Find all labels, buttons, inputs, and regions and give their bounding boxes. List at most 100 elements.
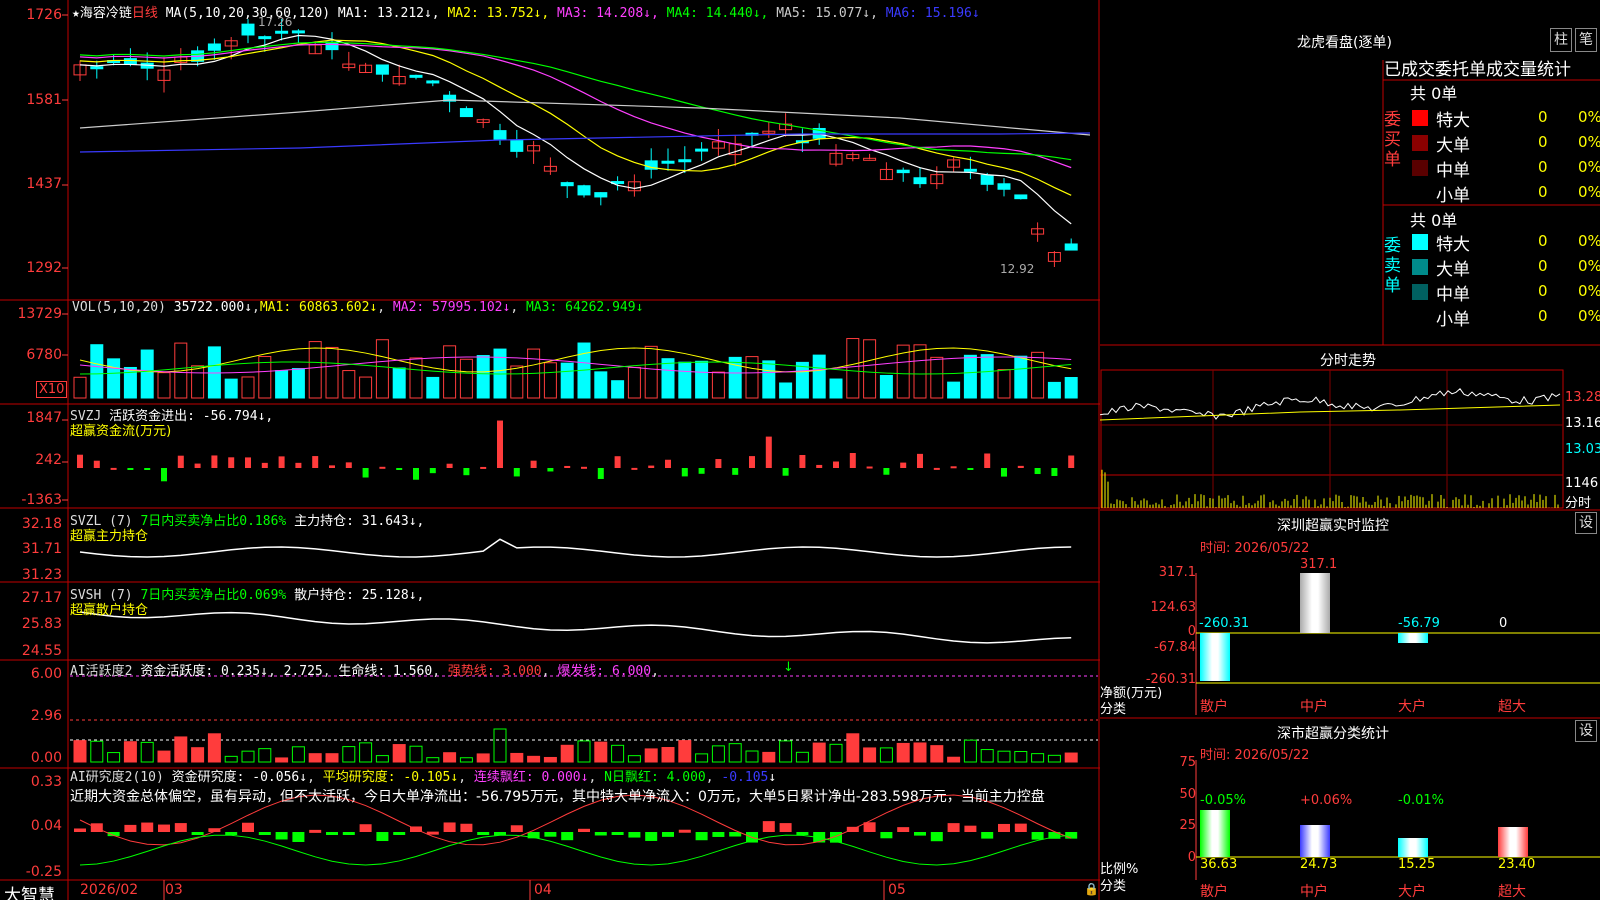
active-bar — [73, 740, 87, 763]
active-bar — [1014, 751, 1028, 763]
ai-research-ytick: 0.04 — [30, 818, 62, 834]
sz-monitor-ytick: 317.1 — [1158, 565, 1196, 580]
flow-bar — [564, 465, 571, 468]
flow-bar — [379, 466, 386, 469]
ai-research-label2: 平均研究度: -0.105 — [322, 770, 451, 785]
volume-bar — [1047, 381, 1061, 399]
flow-bar — [631, 467, 638, 470]
candle-body — [493, 130, 507, 140]
svsh-ytick: 25.83 — [21, 616, 62, 632]
lock-icon[interactable]: 🔒 — [1084, 882, 1099, 896]
favorite-star-icon[interactable]: ★ — [72, 6, 80, 21]
flow-bar — [329, 465, 335, 468]
flow-bar — [110, 467, 117, 470]
sz-monitor-value: -260.31 — [1199, 616, 1250, 631]
main-chart-area[interactable] — [0, 0, 1100, 900]
high-price-label: 17.26 — [258, 15, 293, 29]
active-bar — [879, 747, 893, 763]
volume-bar — [459, 358, 473, 399]
ai-active-label3: 生命线: 1.560 — [338, 664, 433, 679]
active-bar — [493, 728, 507, 763]
candle-body — [560, 182, 574, 187]
flow-bar — [413, 468, 419, 480]
arrow-icon: ↓ — [768, 770, 777, 785]
volume-bar — [275, 370, 289, 399]
flow-bar — [967, 468, 974, 470]
ai-active-ytick: 0.00 — [30, 750, 62, 766]
active-bar — [762, 751, 776, 763]
dragon-subtitle: 已成交委托单成交量统计 — [1384, 60, 1571, 80]
active-bar — [191, 747, 205, 763]
ai-active-label2: 2.725 — [283, 664, 323, 679]
active-bar — [342, 746, 356, 763]
flow-bar — [362, 468, 369, 478]
timeline-label: 05 — [888, 882, 906, 898]
sz-class-title: 深市超赢分类统计 — [1277, 726, 1389, 742]
arrow-icon: ↓ — [783, 660, 794, 675]
flow-bar — [261, 462, 268, 468]
research-line — [79, 834, 1072, 866]
app-logo[interactable]: 大智慧 — [4, 881, 55, 900]
active-bar — [207, 733, 221, 763]
flow-bar — [93, 460, 100, 468]
volume-bar — [308, 341, 322, 399]
ma-value: MA1: 13.212↓, — [337, 6, 448, 21]
sz-monitor-settings-button[interactable]: 设 — [1575, 512, 1597, 534]
active-bar — [829, 743, 843, 763]
flow-bar — [446, 463, 453, 468]
svsh-ytick: 24.55 — [21, 643, 62, 659]
dragon-row-label: 大单 — [1436, 136, 1470, 156]
sz-class-settings-button[interactable]: 设 — [1575, 720, 1597, 742]
arrow-icon: ↓ — [244, 300, 253, 315]
stock-name[interactable]: 海容冷链 — [80, 6, 132, 21]
dragon-row-label: 大单 — [1436, 260, 1470, 280]
flow-bar — [681, 468, 688, 477]
active-bar — [795, 751, 809, 763]
candle-body — [963, 168, 977, 172]
active-bar — [980, 749, 994, 763]
candle-body — [275, 30, 289, 34]
research-bar — [712, 832, 725, 837]
flow-bar — [161, 468, 167, 482]
ai-active-label4: 强势线: 3.000 — [447, 664, 542, 679]
kline-ytick: 1726 — [26, 7, 62, 23]
active-bar — [1031, 753, 1045, 763]
period-label[interactable]: 日线 — [132, 6, 158, 21]
candle-body — [678, 159, 692, 163]
volume-bar — [73, 376, 87, 399]
ma-values: MA1: 13.212↓, MA2: 13.752↓, MA3: 14.208↓… — [338, 6, 980, 21]
tick-mode-button[interactable]: 笔 — [1575, 28, 1597, 52]
active-bar — [695, 753, 709, 763]
volume-bar — [795, 361, 809, 399]
arrow-icon: ↓ — [260, 664, 268, 679]
flow-bar — [984, 453, 991, 468]
research-bar — [578, 828, 590, 832]
intraday-ytick: 13.28 — [1565, 390, 1600, 405]
active-bar — [644, 748, 658, 763]
arrow-icon: ↓ — [450, 770, 459, 785]
flow-bar — [194, 463, 201, 468]
volume-bar — [846, 338, 860, 399]
ai-research-label1: 资金研究度: -0.056 — [171, 770, 300, 785]
candle-body — [594, 192, 608, 198]
arrow-icon: ↓, — [408, 514, 425, 529]
sz-monitor-time: 时间: 2026/05/22 — [1200, 541, 1310, 556]
flow-bar — [127, 468, 134, 470]
ai-active-title: AI活跃度2 — [70, 664, 133, 679]
active-bar — [325, 753, 339, 763]
category-bar — [1300, 573, 1330, 633]
active-bar — [392, 744, 406, 763]
candle-body — [123, 58, 137, 65]
volume-bar — [510, 365, 524, 399]
svsh-name: 超赢散户持仓 — [70, 603, 149, 618]
active-bar — [896, 742, 910, 763]
sz-class-value: 36.63 — [1200, 857, 1238, 872]
bar-mode-button[interactable]: 柱 — [1550, 28, 1572, 52]
candle-body — [997, 183, 1011, 190]
timeline-label: 2026/02 — [80, 882, 139, 898]
sell-side-label: 委卖单 — [1384, 236, 1401, 296]
flow-bar — [614, 456, 621, 468]
flow-bar — [1068, 455, 1075, 468]
vol-multiplier[interactable]: X10 — [36, 381, 68, 398]
sz-class-value: 15.25 — [1398, 857, 1436, 872]
